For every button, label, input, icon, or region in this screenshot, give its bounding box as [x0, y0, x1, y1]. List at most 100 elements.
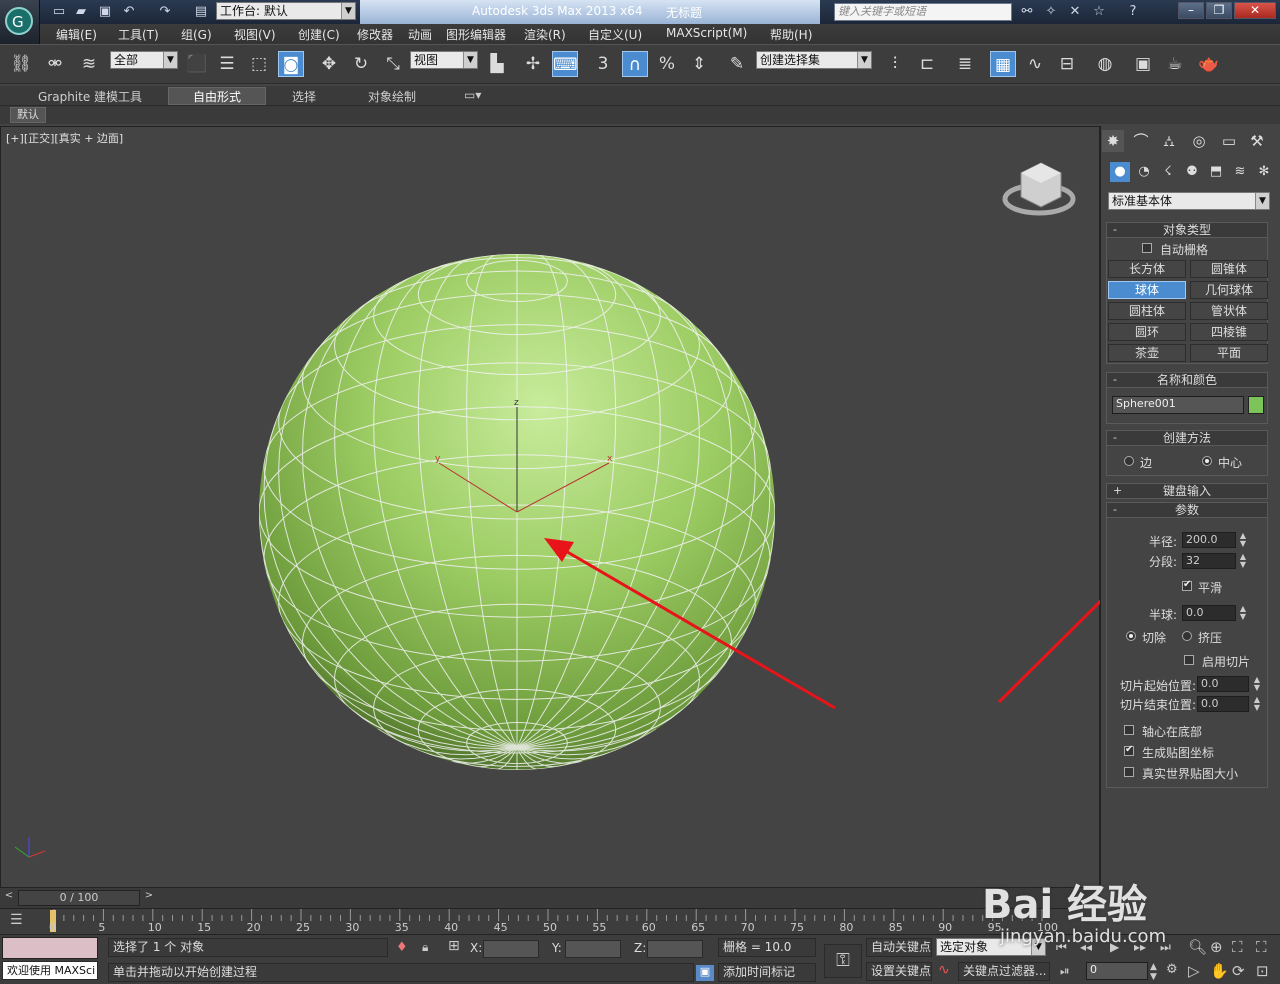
binoculars-icon[interactable]: ⚯: [1018, 3, 1036, 20]
keyboard-shortcut-override-icon[interactable]: ⌨: [552, 51, 578, 77]
slice-from-spinner-arrows[interactable]: ▲ ▼: [1252, 676, 1262, 692]
perspective-viewport[interactable]: z y x: [0, 126, 1100, 888]
ribbon-default-label[interactable]: 默认: [10, 107, 46, 123]
method-edge-radio[interactable]: [1124, 456, 1134, 466]
selection-lock-icon[interactable]: 🔒︎: [422, 940, 428, 955]
communication-icon[interactable]: ✕: [1066, 3, 1084, 20]
pan-view-icon[interactable]: ✋: [1210, 962, 1229, 980]
gen-mapping-checkbox[interactable]: [1124, 744, 1134, 756]
display-tab-icon[interactable]: ▭: [1218, 130, 1240, 152]
cone-button[interactable]: 圆锥体: [1190, 260, 1268, 278]
project-folder-icon[interactable]: ▤: [192, 3, 210, 20]
squash-radio[interactable]: [1182, 631, 1192, 641]
smooth-checkbox[interactable]: [1182, 579, 1192, 591]
set-key-icon[interactable]: ⚿: [824, 944, 862, 978]
slice-on-checkbox[interactable]: [1184, 655, 1194, 665]
key-mode-toggle-icon[interactable]: ⏯: [1060, 964, 1070, 979]
minimize-button[interactable]: –: [1178, 2, 1204, 19]
subscription-icon[interactable]: ✧: [1042, 3, 1060, 20]
menu-graph-editors[interactable]: 图形编辑器: [446, 26, 506, 43]
plane-button[interactable]: 平面: [1190, 344, 1268, 362]
rectangular-selection-icon[interactable]: ⬚: [246, 51, 272, 77]
mini-curve-editor-icon[interactable]: ☰: [10, 912, 23, 928]
field-of-view-icon[interactable]: ▷: [1188, 962, 1200, 980]
key-filters-button[interactable]: 关键点过滤器...: [958, 962, 1050, 981]
unlink-icon[interactable]: ⚮: [42, 51, 68, 77]
object-type-rollout-header[interactable]: - 对象类型: [1106, 222, 1268, 238]
tube-button[interactable]: 管状体: [1190, 302, 1268, 320]
menu-maxscript[interactable]: MAXScript(M): [666, 26, 747, 40]
select-manipulate-icon[interactable]: ✢: [520, 51, 546, 77]
workspace-dropdown[interactable]: 工作台: 默认 ▼: [216, 2, 356, 20]
shapes-icon[interactable]: ◔: [1134, 162, 1154, 182]
z-coordinate-field[interactable]: [647, 940, 703, 958]
render-setup-icon[interactable]: ▣: [1130, 51, 1156, 77]
modify-tab-icon[interactable]: ⌒: [1130, 130, 1152, 152]
menu-modifiers[interactable]: 修改器: [357, 26, 393, 43]
menu-animation[interactable]: 动画: [408, 26, 432, 43]
favorites-icon[interactable]: ☆: [1090, 3, 1108, 20]
orbit-icon[interactable]: ⟳: [1232, 962, 1245, 980]
schematic-view-icon[interactable]: ⊟: [1054, 51, 1080, 77]
pivot-center-icon[interactable]: ▙: [484, 51, 510, 77]
close-button[interactable]: ✕: [1234, 2, 1276, 19]
segments-spinner-arrows[interactable]: ▲ ▼: [1238, 553, 1248, 569]
edit-named-selection-icon[interactable]: ✎: [724, 51, 750, 77]
redo-icon[interactable]: ↷: [156, 3, 174, 20]
parameters-rollout-header[interactable]: - 参数: [1106, 502, 1268, 518]
time-tag-icon[interactable]: ▣: [696, 965, 714, 981]
zoom-extents-all-icon[interactable]: ⛶: [1256, 938, 1267, 956]
help-icon[interactable]: ?: [1124, 3, 1142, 20]
undo-icon[interactable]: ↶: [120, 3, 138, 20]
viewcube-icon[interactable]: [1002, 162, 1076, 216]
percent-snap-icon[interactable]: %: [654, 51, 680, 77]
frame-spinner-arrows[interactable]: ▲ ▼: [1150, 962, 1157, 982]
maxscript-listener-pink[interactable]: [2, 937, 98, 959]
layer-manager-icon[interactable]: ≣: [952, 51, 978, 77]
box-button[interactable]: 长方体: [1108, 260, 1186, 278]
method-center-radio[interactable]: [1202, 456, 1212, 466]
rendered-frame-icon[interactable]: ☕: [1162, 51, 1188, 77]
x-coordinate-field[interactable]: [483, 940, 539, 958]
real-world-checkbox[interactable]: [1124, 767, 1134, 777]
graphite-toggle-icon[interactable]: ▦: [990, 51, 1016, 77]
absolute-mode-icon[interactable]: ⊞: [448, 938, 460, 954]
new-file-icon[interactable]: ▭: [50, 3, 68, 20]
radius-input[interactable]: 200.0: [1182, 532, 1236, 548]
menu-views[interactable]: 视图(V): [234, 26, 276, 43]
object-color-swatch[interactable]: [1248, 396, 1264, 414]
render-production-icon[interactable]: 🫖: [1196, 51, 1222, 77]
rotate-icon[interactable]: ↻: [348, 51, 374, 77]
time-slider[interactable]: 0 / 100: [18, 890, 140, 906]
snaps-toggle-icon[interactable]: 3: [590, 51, 616, 77]
slice-to-spinner-arrows[interactable]: ▲ ▼: [1252, 696, 1262, 712]
curve-editor-icon[interactable]: ∿: [1022, 51, 1048, 77]
maximize-viewport-icon[interactable]: ⊡: [1256, 962, 1269, 980]
bind-space-warp-icon[interactable]: ≋: [76, 51, 102, 77]
category-dropdown[interactable]: 标准基本体 ▼: [1108, 192, 1270, 210]
hemisphere-spinner-arrows[interactable]: ▲ ▼: [1238, 605, 1248, 621]
systems-icon[interactable]: ✻: [1254, 162, 1274, 182]
time-slider-next-icon[interactable]: >: [142, 890, 156, 906]
menu-customize[interactable]: 自定义(U): [588, 26, 642, 43]
hierarchy-tab-icon[interactable]: ⛼: [1158, 130, 1180, 152]
name-color-rollout-header[interactable]: - 名称和颜色: [1106, 372, 1268, 388]
object-name-field[interactable]: Sphere001: [1112, 396, 1244, 414]
zoom-extents-icon[interactable]: ⛶: [1232, 938, 1243, 956]
lights-icon[interactable]: ☇: [1158, 162, 1178, 182]
mirror-icon[interactable]: ⫶: [882, 51, 908, 77]
menu-tools[interactable]: 工具(T): [118, 26, 159, 43]
tab-freeform[interactable]: 自由形式: [193, 88, 241, 105]
align-icon[interactable]: ⊏: [914, 51, 940, 77]
slice-from-input[interactable]: 0.0: [1197, 676, 1249, 692]
search-input[interactable]: 键入关键字或短语: [834, 3, 1012, 21]
isolate-selection-icon[interactable]: ♦: [396, 940, 408, 955]
menu-edit[interactable]: 编辑(E): [56, 26, 97, 43]
menu-create[interactable]: 创建(C): [298, 26, 340, 43]
cylinder-button[interactable]: 圆柱体: [1108, 302, 1186, 320]
zoom-all-icon[interactable]: ⊕: [1210, 938, 1223, 956]
pyramid-button[interactable]: 四棱锥: [1190, 323, 1268, 341]
teapot-button[interactable]: 茶壶: [1108, 344, 1186, 362]
geosphere-button[interactable]: 几何球体: [1190, 281, 1268, 299]
radius-spinner-arrows[interactable]: ▲ ▼: [1238, 532, 1248, 548]
